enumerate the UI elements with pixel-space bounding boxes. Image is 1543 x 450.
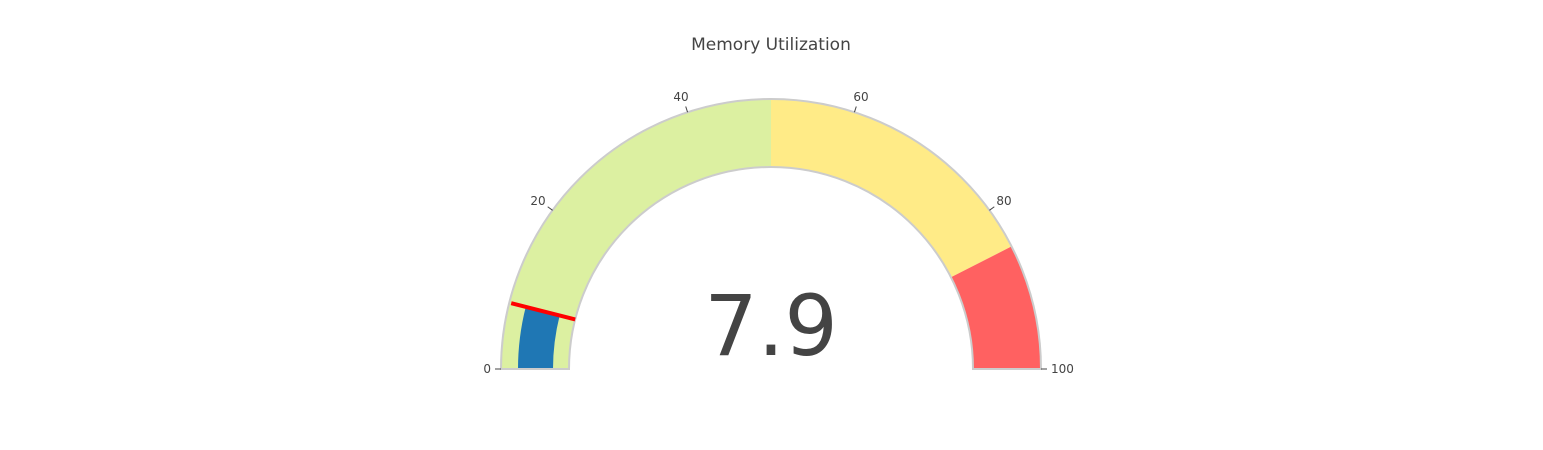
gauge-step-1 [771, 99, 1012, 278]
gauge-tick-label-80: 80 [996, 194, 1011, 208]
gauge-tick-label-40: 40 [673, 90, 688, 104]
gauge-svg: Memory Utilization 0 20 40 60 80 100 7.9 [483, 35, 1074, 376]
gauge-tick-40 [685, 106, 689, 113]
gauge-tick-label-60: 60 [853, 90, 868, 104]
gauge-tick-80 [989, 206, 995, 211]
gauge-tick-label-0: 0 [483, 362, 491, 376]
chart-title: Memory Utilization [691, 35, 851, 55]
gauge-tick-label-20: 20 [530, 194, 545, 208]
gauge-tick-60 [853, 106, 857, 113]
gauge-tick-20 [547, 206, 553, 211]
gauge-value-number: 7.9 [704, 277, 838, 375]
gauge-chart: Memory Utilization 0 20 40 60 80 100 7.9 [0, 0, 1543, 450]
gauge-tick-label-100: 100 [1051, 362, 1074, 376]
